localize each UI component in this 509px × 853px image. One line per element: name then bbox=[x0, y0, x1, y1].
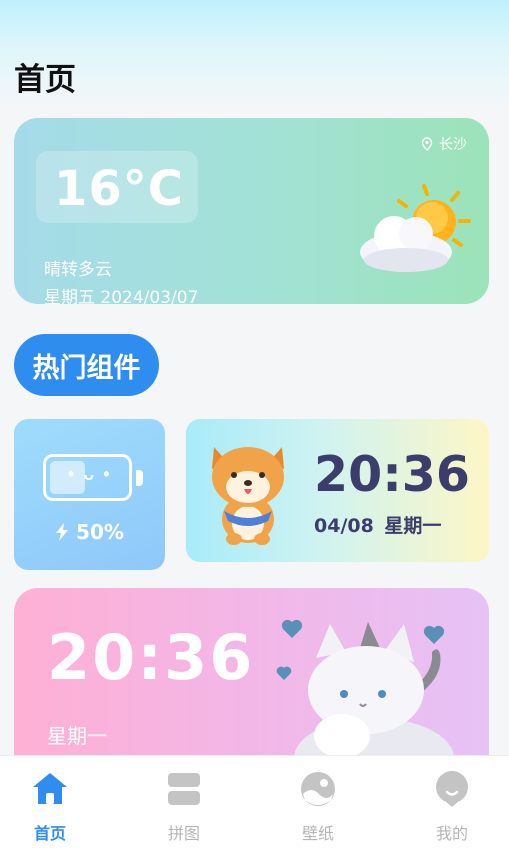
puzzle-layout-icon bbox=[168, 773, 200, 805]
nav-label-wallpaper: 壁纸 bbox=[301, 824, 334, 843]
page-title: 首页 bbox=[14, 62, 76, 98]
temperature-value: 16°C bbox=[54, 161, 185, 217]
nav-label-home: 首页 bbox=[33, 824, 66, 843]
weather-widget-card[interactable]: 16°C 长沙 晴转多云 星期五 2024/03/07 bbox=[14, 118, 489, 304]
nav-item-home[interactable]: 首页 bbox=[10, 770, 90, 844]
nav-item-puzzle[interactable]: 拼图 bbox=[144, 770, 224, 844]
battery-percent: 50% bbox=[14, 520, 165, 544]
dog-widget-date: 04/08 星期一 bbox=[314, 515, 442, 537]
shiba-dog-illustration bbox=[212, 447, 284, 545]
battery-face: • ᴗ • bbox=[68, 464, 112, 484]
weather-description: 晴转多云 bbox=[44, 260, 112, 280]
nav-label-profile: 我的 bbox=[435, 824, 468, 843]
lightning-icon bbox=[56, 523, 69, 541]
nav-item-profile[interactable]: 我的 bbox=[412, 770, 492, 844]
weather-date: 星期五 2024/03/07 bbox=[44, 288, 199, 304]
location-pin-icon bbox=[421, 137, 433, 151]
battery-percent-value: 50% bbox=[76, 520, 124, 544]
nav-label-puzzle: 拼图 bbox=[167, 824, 200, 843]
bottom-nav-bar: 首页 拼图 壁纸 我的 bbox=[0, 755, 509, 853]
profile-icon bbox=[436, 771, 468, 807]
cat-widget-day: 星期一 bbox=[47, 724, 107, 748]
battery-tip bbox=[136, 470, 143, 486]
cat-widget-time: 20:36 bbox=[47, 621, 255, 694]
battery-icon: • ᴗ • bbox=[43, 454, 132, 501]
location-name: 长沙 bbox=[439, 137, 467, 153]
dog-widget-time: 20:36 bbox=[314, 446, 470, 503]
location-label: 长沙 bbox=[421, 134, 467, 154]
home-icon bbox=[33, 773, 67, 804]
wallpaper-icon bbox=[301, 772, 335, 806]
partly-cloudy-icon bbox=[360, 184, 471, 272]
header-background bbox=[0, 0, 509, 110]
battery-widget-card[interactable]: • ᴗ • 50% bbox=[14, 419, 165, 570]
hot-widgets-tag[interactable]: 热门组件 bbox=[14, 334, 159, 396]
dog-clock-widget-card[interactable]: 20:36 04/08 星期一 bbox=[186, 419, 489, 562]
nav-item-wallpaper[interactable]: 壁纸 bbox=[278, 770, 358, 844]
